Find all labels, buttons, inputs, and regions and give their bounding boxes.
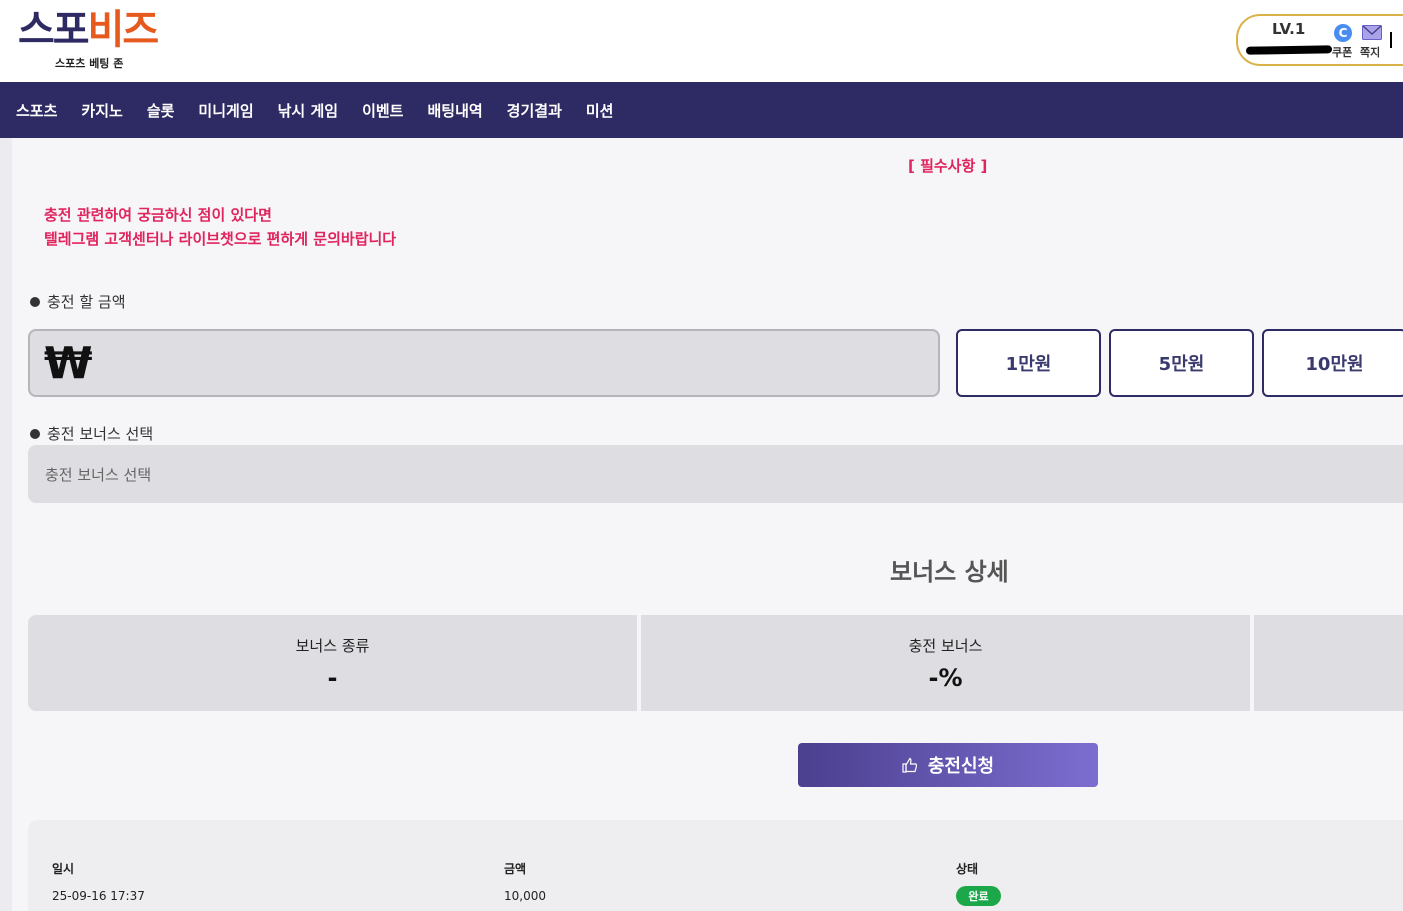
mail-icon[interactable] [1362,25,1382,40]
site-logo[interactable]: 스포비즈 스포츠 베팅 존 [18,10,178,72]
nav-item-bet-history[interactable]: 배팅내역 [427,100,482,121]
site-header: 스포비즈 스포츠 베팅 존 LV.1 C 쿠폰 쪽지 [0,0,1403,82]
coupon-icon[interactable]: C [1334,24,1352,42]
bonus-select-label: 충전 보너스 선택 [30,423,153,444]
amount-input[interactable] [110,339,930,387]
logo-text: 스포비즈 [18,7,159,53]
nav-item-casino[interactable]: 카지노 [81,100,122,121]
user-level: LV.1 [1272,20,1306,38]
notice-line-2: 텔레그램 고객센터나 라이브챗으로 편하게 문의바랍니다 [44,230,397,248]
nav-item-sports[interactable]: 스포츠 [16,100,57,121]
deposit-history-table: 일시 금액 상태 25-09-16 17:37 10,000 완료 [28,820,1403,911]
column-header-date: 일시 [52,862,75,876]
bonus-rate-cell: 충전 보너스 -% [641,615,1250,711]
redacted-username [1245,45,1333,55]
left-margin [0,138,12,911]
amount-label: 충전 할 금액 [30,291,126,312]
main-nav: 스포츠 카지노 슬롯 미니게임 낚시 게임 이벤트 배팅내역 경기결과 미션 [0,82,1403,138]
quick-amount-50k-button[interactable]: 5만원 [1109,329,1254,397]
deposit-submit-button[interactable]: 충전신청 [798,743,1098,787]
column-header-status: 상태 [956,862,979,876]
bullet-icon [30,296,40,307]
thumbs-up-icon [902,757,917,773]
user-panel: LV.1 C 쿠폰 쪽지 [1236,14,1403,66]
user-panel-divider [1390,32,1392,48]
quick-amount-100k-button[interactable]: 10만원 [1262,329,1403,397]
required-notice-title: [ 필수사항 ] [908,157,988,175]
nav-item-mission[interactable]: 미션 [586,100,614,121]
notice-line-1: 충전 관련하여 궁금하신 점이 있다면 [44,206,272,224]
message-link[interactable]: 쪽지 [1360,44,1380,60]
bonus-detail-title: 보너스 상세 [890,558,1009,586]
deposit-notice: 충전 관련하여 궁금하신 점이 있다면 텔레그램 고객센터나 라이브챗으로 편하… [44,203,396,251]
amount-field[interactable]: ₩ [28,329,940,397]
status-badge: 완료 [956,886,1001,906]
nav-item-fishing[interactable]: 낚시 게임 [278,100,338,121]
deposit-panel [12,138,1403,911]
quick-amount-10k-button[interactable]: 1만원 [956,329,1101,397]
nav-item-minigame[interactable]: 미니게임 [198,100,253,121]
nav-item-results[interactable]: 경기결과 [507,100,562,121]
nav-item-event[interactable]: 이벤트 [362,100,403,121]
column-header-amount: 금액 [504,862,527,876]
bullet-icon [30,428,40,439]
nav-item-slot[interactable]: 슬롯 [147,100,175,121]
won-icon: ₩ [44,337,93,389]
history-row-date: 25-09-16 17:37 [52,889,145,903]
bonus-type-cell: 보너스 종류 - [28,615,637,711]
bonus-extra-cell [1254,615,1403,711]
deposit-submit-label: 충전신청 [927,756,995,777]
bonus-type-value: - [327,664,338,692]
bonus-rate-value: -% [928,664,963,692]
coupon-link[interactable]: 쿠폰 [1332,44,1352,60]
bonus-select-dropdown[interactable]: 충전 보너스 선택 [28,445,1403,503]
history-row-amount: 10,000 [504,889,546,903]
bonus-type-label: 보너스 종류 [295,637,370,655]
bonus-rate-label: 충전 보너스 [908,637,983,655]
logo-subtitle: 스포츠 베팅 존 [55,57,124,70]
